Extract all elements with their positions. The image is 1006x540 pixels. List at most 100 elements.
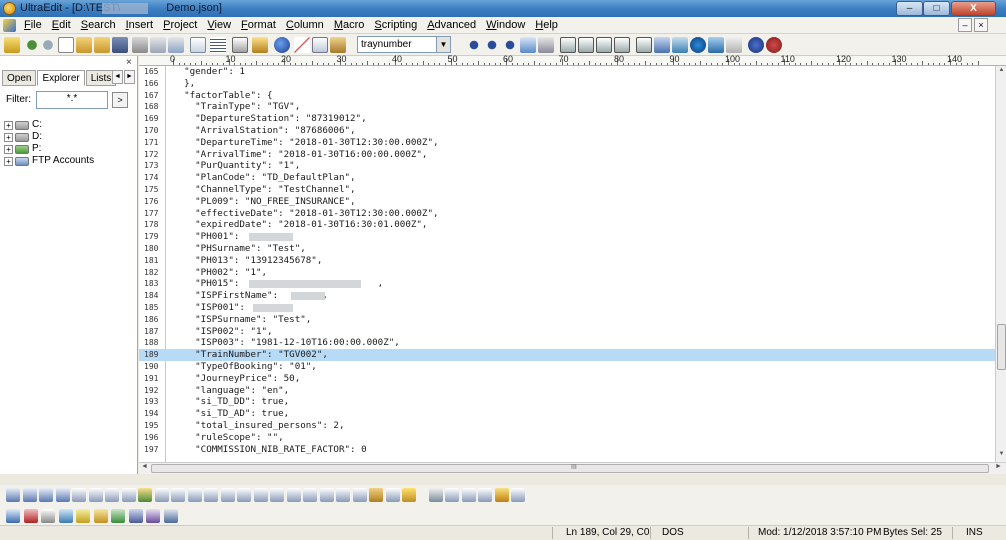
browser-view-icon[interactable] [274,37,290,53]
code-line[interactable]: 189 "TrainNumber": "TGV002", [139,349,995,361]
arrange-icon[interactable] [614,37,630,53]
bullet-list-icon[interactable] [88,488,103,502]
split-window-icon[interactable] [636,37,652,53]
scroll-left-icon[interactable]: ◄ [141,463,148,470]
minimize-button[interactable]: – [896,1,923,16]
strikethrough-icon[interactable] [55,488,70,502]
password-field-icon[interactable] [369,488,383,502]
yahoo-search-icon[interactable] [23,509,38,523]
line-ending[interactable]: DOS [662,527,684,539]
ask-icon[interactable] [76,509,90,523]
code-line[interactable]: 171 "DepartureTime": "2018-01-30T12:30:0… [139,137,995,149]
code-line[interactable]: 168 "TrainType": "TGV", [139,101,995,113]
scroll-right-icon[interactable]: ► [995,463,1002,470]
code-line[interactable]: 185 "ISP001": [139,302,995,314]
column-mode-icon[interactable] [232,37,248,53]
code-line[interactable]: 165 "gender": 1 [139,66,995,78]
code-line[interactable]: 167 "factorTable": { [139,90,995,102]
code-line[interactable]: 183 "PH015": , [139,278,995,290]
menu-view[interactable]: View [202,19,236,32]
insert-link-icon[interactable] [154,488,169,502]
menu-insert[interactable]: Insert [121,19,159,32]
menu-scripting[interactable]: Scripting [369,19,422,32]
save-icon[interactable] [112,37,128,53]
menu-window[interactable]: Window [481,19,530,32]
preview-icon[interactable] [478,488,492,502]
tile-horizontal-icon[interactable] [560,37,576,53]
maximize-button[interactable]: □ [923,1,950,16]
expand-icon[interactable]: + [4,120,13,130]
forward-icon[interactable] [40,37,56,53]
paste-icon[interactable] [330,37,346,53]
properties-icon[interactable] [190,37,206,53]
mdi-minimize-button[interactable]: – [958,18,972,32]
menu-file[interactable]: File [19,19,47,32]
anchor-icon[interactable] [171,488,185,502]
vertical-scroll-thumb[interactable] [997,324,1006,370]
tab-open[interactable]: Open [2,70,37,86]
button-icon[interactable] [336,488,350,502]
indent-icon[interactable] [72,488,86,502]
code-line[interactable]: 188 "ISP003": "1981-12-10T16:00:00.000Z"… [139,337,995,349]
tree-item-p-drive[interactable]: + P: [4,143,94,155]
perl-help-icon[interactable] [146,509,160,523]
output-window-icon[interactable] [672,37,688,53]
code-line[interactable]: 195 "total_insured_persons": 2, [139,420,995,432]
panel-close-icon[interactable]: × [126,57,132,68]
tab-explorer[interactable]: Explorer [37,70,85,86]
expand-icon[interactable]: + [4,132,13,142]
align-icon[interactable] [121,488,136,502]
dictionary-icon[interactable] [58,509,73,523]
ssh-console-icon[interactable] [708,37,724,53]
image-icon[interactable] [138,488,152,502]
code-line[interactable]: 180 "PHSurname": "Test", [139,243,995,255]
filter-input[interactable]: *.* [36,91,108,109]
special-char-icon[interactable] [402,488,416,502]
code-line[interactable]: 172 "ArrivalTime": "2018-01-30T16:00:00.… [139,149,995,161]
code-line[interactable]: 192 "language": "en", [139,385,995,397]
italic-icon[interactable] [22,488,37,502]
wizard-icon[interactable] [4,37,20,53]
underline-icon[interactable] [39,488,53,502]
php-help-icon[interactable] [128,509,143,523]
scroll-down-icon[interactable]: ▼ [997,451,1006,461]
open-recent-icon[interactable] [94,37,110,53]
list-view-icon[interactable] [654,37,670,53]
menu-edit[interactable]: Edit [47,19,76,32]
table-cell-icon[interactable] [220,488,235,502]
macro-icon[interactable] [511,488,525,502]
close-button[interactable]: X [951,1,996,16]
menu-macro[interactable]: Macro [329,19,370,32]
code-line[interactable]: 178 "expiredDate": "2018-01-30T16:30:01.… [139,219,995,231]
wikipedia-icon[interactable] [41,509,55,523]
horizontal-scroll-thumb[interactable]: III [151,464,989,473]
print-setup-icon[interactable] [168,37,184,53]
code-line[interactable]: 173 "PurQuantity": "1", [139,160,995,172]
code-line[interactable]: 187 "ISP002": "1", [139,326,995,338]
code-line[interactable]: 191 "JourneyPrice": 50, [139,373,995,385]
expand-icon[interactable]: + [4,144,13,154]
code-line[interactable]: 181 "PH013": "13912345678", [139,255,995,267]
code-line[interactable]: 174 "PlanCode": "TD_DefaultPlan", [139,172,995,184]
copy-icon[interactable] [312,37,328,53]
menu-advanced[interactable]: Advanced [422,19,481,32]
tile-vertical-icon[interactable] [578,37,594,53]
table-row-icon[interactable] [204,488,218,502]
find-icon[interactable] [466,37,482,53]
settings-icon[interactable] [766,37,782,53]
msdn-icon[interactable] [111,509,125,523]
insert-mode[interactable]: INS [966,527,983,539]
code-line[interactable]: 196 "ruleScope": "", [139,432,995,444]
code-line[interactable]: 179 "PH001": [139,231,995,243]
print-preview-icon[interactable] [150,37,166,53]
code-line[interactable]: 193 "si_TD_DD": true, [139,396,995,408]
validate-icon[interactable] [445,488,459,502]
document-icon[interactable] [3,19,16,32]
code-line[interactable]: 194 "si_TD_AD": true, [139,408,995,420]
thesaurus-icon[interactable] [93,509,108,523]
code-line[interactable]: 186 "ISPSurname": "Test", [139,314,995,326]
horizontal-scrollbar[interactable]: ◄ III ► [139,462,1006,474]
cascade-icon[interactable] [596,37,612,53]
word-wrap-icon[interactable] [210,37,226,53]
textarea-icon[interactable] [270,488,284,502]
